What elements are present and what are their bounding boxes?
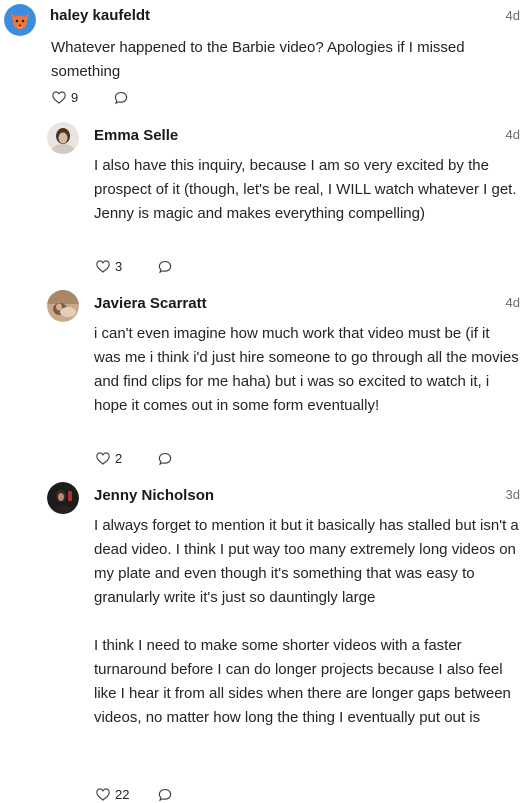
comment-author[interactable]: Emma Selle: [94, 127, 178, 144]
like-button[interactable]: 3: [96, 259, 158, 274]
comment-paragraph: Whatever happened to the Barbie video? A…: [51, 39, 465, 80]
speech-bubble-icon: [158, 452, 172, 465]
comment-timestamp: 4d: [505, 8, 520, 23]
like-count: 9: [71, 90, 79, 105]
speech-bubble-icon: [114, 91, 128, 104]
like-button[interactable]: 9: [52, 90, 114, 105]
comment-actions: 2: [96, 451, 172, 466]
heart-icon: [96, 452, 110, 465]
like-count: 2: [115, 451, 123, 466]
speech-bubble-icon: [158, 260, 172, 273]
comment-paragraph: I always forget to mention it but it bas…: [94, 517, 519, 606]
speech-bubble-icon: [158, 788, 172, 801]
comment-author[interactable]: Jenny Nicholson: [94, 487, 214, 504]
comment-author[interactable]: Javiera Scarratt: [94, 295, 207, 312]
like-count: 22: [115, 787, 130, 802]
comment-paragraph: i can't even imagine how much work that …: [94, 325, 519, 414]
comment-timestamp: 4d: [505, 295, 520, 310]
comment-paragraph: I think I need to make some shorter vide…: [94, 637, 511, 726]
comment-actions: 22: [96, 787, 172, 802]
reply-button[interactable]: [158, 788, 172, 802]
reply-button[interactable]: [158, 452, 172, 466]
comment-author[interactable]: haley kaufeldt: [50, 7, 150, 24]
fox-avatar-icon[interactable]: [4, 4, 36, 36]
like-button[interactable]: 22: [96, 787, 158, 802]
comment-body: I always forget to mention it but it bas…: [94, 514, 520, 730]
comment-actions: 3: [96, 259, 172, 274]
like-button[interactable]: 2: [96, 451, 158, 466]
comment-actions: 9: [52, 90, 128, 105]
reply-button[interactable]: [158, 260, 172, 274]
comment-paragraph: I also have this inquiry, because I am s…: [94, 157, 517, 222]
comment-timestamp: 4d: [505, 127, 520, 142]
comment-body: Whatever happened to the Barbie video? A…: [51, 36, 520, 84]
comment-timestamp: 3d: [505, 487, 520, 502]
reply-button[interactable]: [114, 91, 128, 105]
photo-avatar[interactable]: [47, 122, 79, 154]
heart-icon: [96, 260, 110, 273]
photo-avatar[interactable]: [47, 290, 79, 322]
heart-icon: [52, 91, 66, 104]
comment-body: I also have this inquiry, because I am s…: [94, 154, 520, 226]
photo-avatar[interactable]: [47, 482, 79, 514]
like-count: 3: [115, 259, 123, 274]
comment-body: i can't even imagine how much work that …: [94, 322, 520, 418]
heart-icon: [96, 788, 110, 801]
